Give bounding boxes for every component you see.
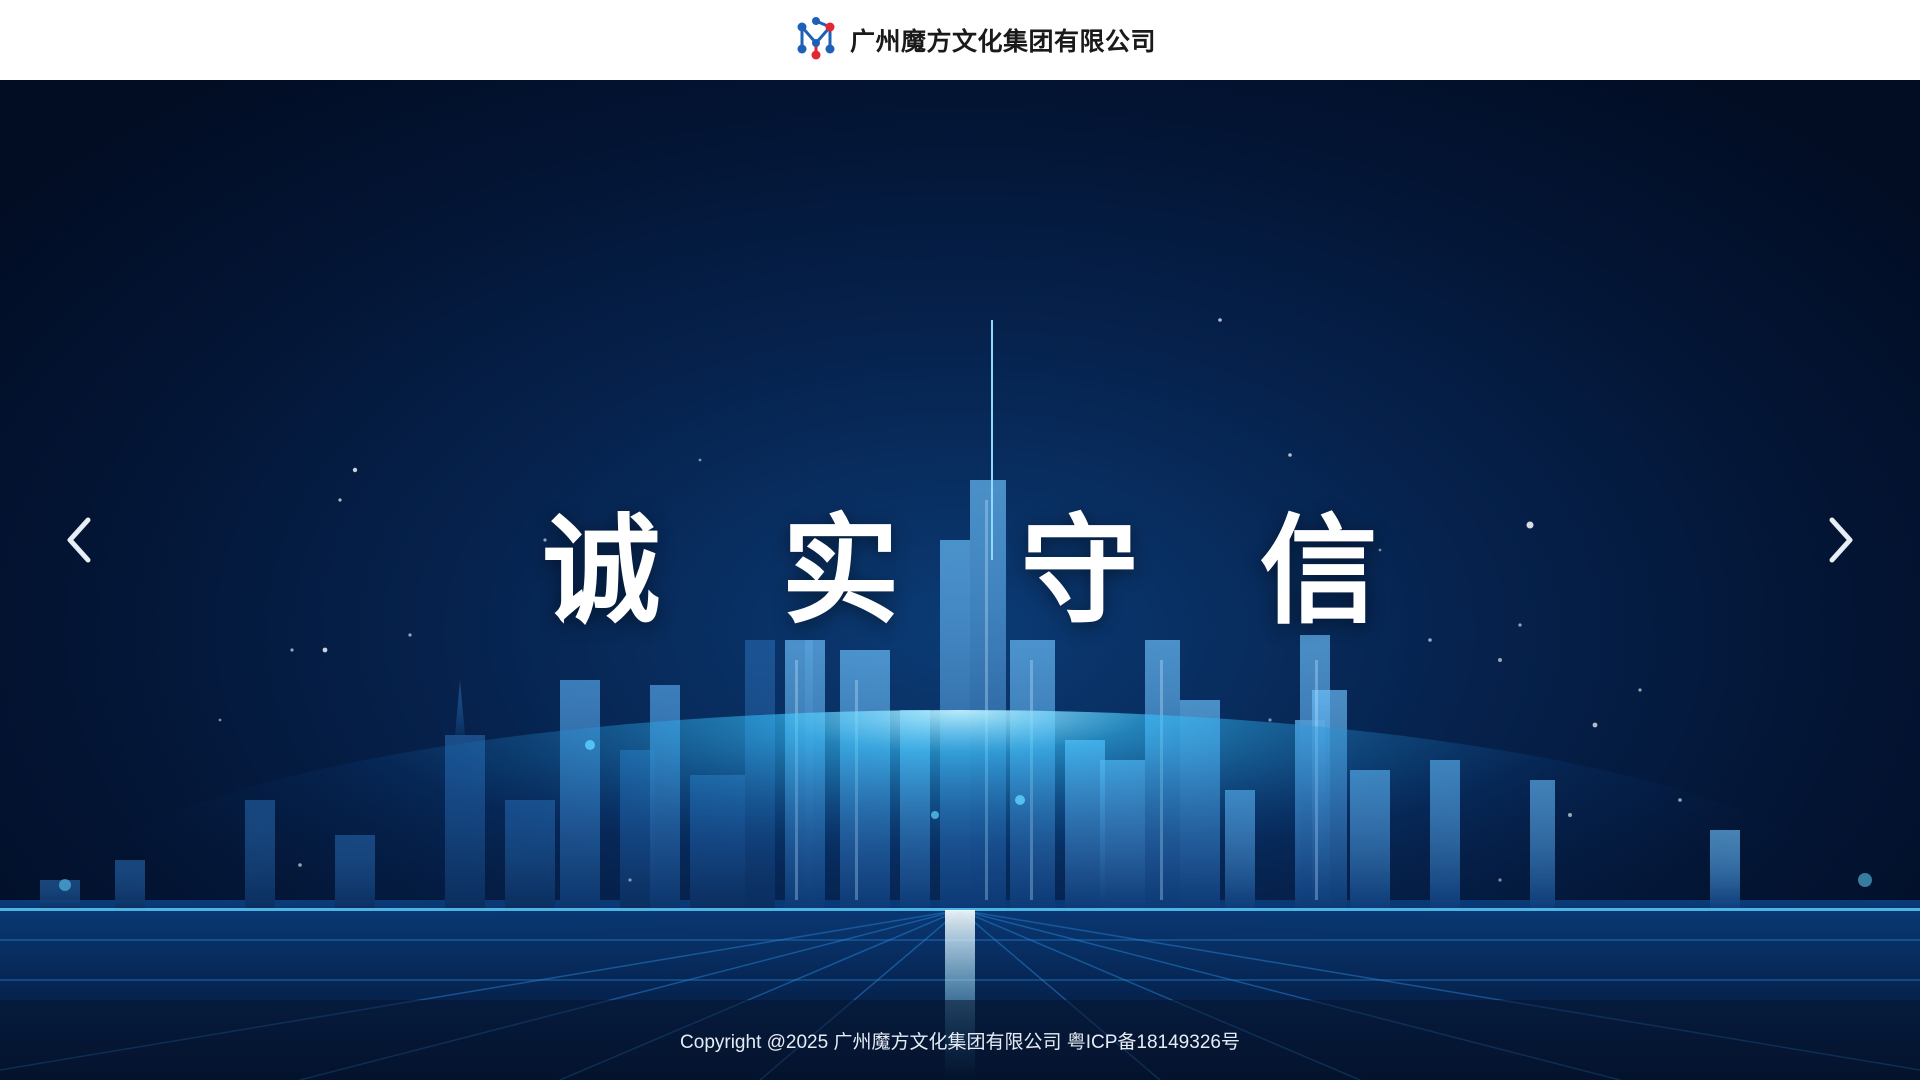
- hero-banner: 诚 实 守 信: [0, 80, 1920, 1080]
- site-header: 广州魔方文化集团有限公司: [0, 0, 1920, 80]
- molecule-logo-icon: [794, 15, 840, 65]
- carousel-next-button[interactable]: [1810, 500, 1870, 580]
- company-name: 广州魔方文化集团有限公司: [849, 27, 1156, 56]
- hero-slogan: 诚 实 守 信: [542, 502, 1418, 640]
- chevron-right-icon: [1829, 517, 1853, 563]
- site-footer: Copyright @2025 广州魔方文化集团有限公司 粤ICP备181493…: [0, 1000, 1920, 1080]
- chevron-left-icon: [67, 517, 91, 563]
- carousel-prev-button[interactable]: [50, 500, 110, 580]
- brand[interactable]: 广州魔方文化集团有限公司: [794, 15, 1156, 65]
- copyright-text: Copyright @2025 广州魔方文化集团有限公司 粤ICP备181493…: [680, 1031, 1240, 1053]
